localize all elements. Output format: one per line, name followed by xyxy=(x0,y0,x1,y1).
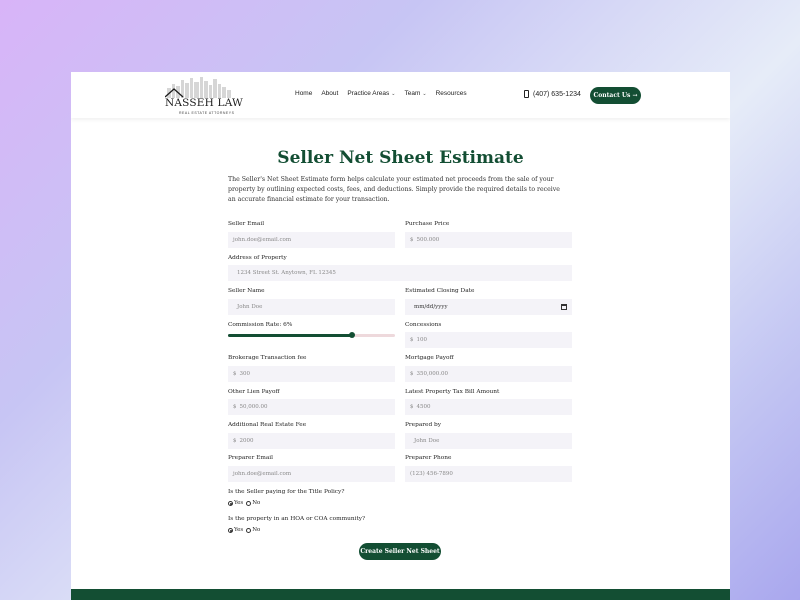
nav-label: Practice Areas xyxy=(347,90,390,97)
tax-bill-label: Latest Property Tax Bill Amount xyxy=(405,389,500,395)
radio-icon[interactable] xyxy=(246,527,252,533)
radio-selected-icon[interactable] xyxy=(228,527,233,533)
placeholder: 50,000.00 xyxy=(239,404,268,410)
commission-label: Commission Rate: 6% xyxy=(228,322,293,328)
arrow-right-icon: → xyxy=(632,92,638,99)
site-footer xyxy=(71,589,730,600)
address-field[interactable]: 1234 Street St. Anytown, FL 12345 xyxy=(228,265,572,281)
slider-fill xyxy=(228,334,352,337)
mortgage-payoff-label: Mortgage Payoff xyxy=(405,355,454,361)
closing-date-field[interactable]: mm/dd/yyyy xyxy=(405,299,572,315)
preparer-email-label: Preparer Email xyxy=(228,455,273,461)
seller-email-label: Seller Email xyxy=(228,221,265,227)
placeholder: john.doe@email.com xyxy=(233,471,292,477)
placeholder: mm/dd/yyyy xyxy=(414,304,448,310)
re-fee-label: Additional Real Estate Fee xyxy=(228,422,307,428)
phone-icon xyxy=(524,90,529,98)
skyline-icon xyxy=(165,77,231,98)
nav-label: Home xyxy=(295,90,313,97)
form-intro: The Seller's Net Sheet Estimate form hel… xyxy=(228,176,560,203)
preparer-phone-field[interactable]: (123) 456-7890 xyxy=(405,466,572,482)
currency-prefix: $ xyxy=(233,404,237,410)
address-label: Address of Property xyxy=(228,255,287,261)
chevron-down-icon: ⌄ xyxy=(391,90,396,97)
hoa-yes[interactable]: Yes xyxy=(228,527,243,533)
page-title: Seller Net Sheet Estimate xyxy=(277,148,524,168)
logo-name: NASSEH LAW xyxy=(165,97,244,109)
phone-link[interactable]: (407) 635-1234 xyxy=(524,90,581,98)
chevron-down-icon: ⌄ xyxy=(422,90,427,97)
logo-tagline: REAL ESTATE ATTORNEYS xyxy=(179,111,235,115)
slider-thumb[interactable] xyxy=(348,332,355,338)
nav-item-practice-areas[interactable]: Practice Areas ⌄ xyxy=(347,90,395,97)
placeholder: 100 xyxy=(416,337,428,343)
placeholder: 4500 xyxy=(416,404,431,410)
placeholder: John Doe xyxy=(414,438,440,444)
brokerage-fee-label: Brokerage Transaction fee xyxy=(228,355,307,361)
placeholder: (123) 456-7890 xyxy=(410,471,453,477)
purchase-price-field[interactable]: $500.000 xyxy=(405,232,572,248)
placeholder: 1234 Street St. Anytown, FL 12345 xyxy=(237,270,336,276)
nav-label: About xyxy=(321,90,339,97)
nav-item-team[interactable]: Team ⌄ xyxy=(404,90,426,97)
seller-name-field[interactable]: John Doe xyxy=(228,299,395,315)
title-policy-options: Yes No xyxy=(228,500,262,506)
radio-selected-icon[interactable] xyxy=(228,500,233,506)
nav-label: Resources xyxy=(435,90,467,97)
prepared-by-label: Prepared by xyxy=(405,422,442,428)
page: NASSEH LAW REAL ESTATE ATTORNEYS Home Ab… xyxy=(71,72,730,600)
concessions-label: Concessions xyxy=(405,322,442,328)
currency-prefix: $ xyxy=(410,237,414,243)
contact-label: Contact Us xyxy=(593,92,631,99)
tax-bill-field[interactable]: $4500 xyxy=(405,399,572,415)
other-lien-label: Other Lien Payoff xyxy=(228,389,280,395)
placeholder: John Doe xyxy=(237,304,263,310)
other-lien-field[interactable]: $50,000.00 xyxy=(228,399,395,415)
seller-name-label: Seller Name xyxy=(228,288,265,294)
currency-prefix: $ xyxy=(233,371,237,377)
contact-us-button[interactable]: Contact Us → xyxy=(590,87,641,104)
brokerage-fee-field[interactable]: $300 xyxy=(228,366,395,382)
radio-label: No xyxy=(252,500,261,506)
title-policy-question: Is the Seller paying for the Title Polic… xyxy=(228,489,345,495)
nav-label: Team xyxy=(404,90,421,97)
preparer-phone-label: Preparer Phone xyxy=(405,455,452,461)
nav-item-resources[interactable]: Resources xyxy=(436,90,467,97)
placeholder: john.doe@email.com xyxy=(233,237,292,243)
placeholder: 300 xyxy=(239,371,251,377)
radio-label: Yes xyxy=(234,527,244,533)
main-nav: Home About Practice Areas ⌄ Team ⌄ Resourc… xyxy=(295,90,467,97)
currency-prefix: $ xyxy=(410,404,414,410)
nav-item-home[interactable]: Home xyxy=(295,90,312,97)
closing-date-label: Estimated Closing Date xyxy=(405,288,475,294)
commission-slider[interactable] xyxy=(228,332,395,338)
preparer-email-field[interactable]: john.doe@email.com xyxy=(228,466,395,482)
currency-prefix: $ xyxy=(410,371,414,377)
placeholder: 2000 xyxy=(239,438,254,444)
radio-icon[interactable] xyxy=(246,500,252,506)
hoa-question: Is the property in an HOA or COA communi… xyxy=(228,516,366,522)
radio-label: No xyxy=(252,527,261,533)
create-net-sheet-button[interactable]: Create Seller Net Sheet xyxy=(359,543,441,560)
currency-prefix: $ xyxy=(410,337,414,343)
seller-email-field[interactable]: john.doe@email.com xyxy=(228,232,395,248)
site-header: NASSEH LAW REAL ESTATE ATTORNEYS Home Ab… xyxy=(71,72,730,118)
phone-number: (407) 635-1234 xyxy=(533,90,581,98)
calendar-icon[interactable] xyxy=(561,304,567,310)
title-policy-no[interactable]: No xyxy=(246,500,260,506)
hoa-options: Yes No xyxy=(228,527,262,533)
mortgage-payoff-field[interactable]: $350,000.00 xyxy=(405,366,572,382)
placeholder: 350,000.00 xyxy=(416,371,449,377)
logo[interactable]: NASSEH LAW REAL ESTATE ATTORNEYS xyxy=(165,76,243,116)
concessions-field[interactable]: $100 xyxy=(405,332,572,348)
nav-item-about[interactable]: About xyxy=(321,90,338,97)
re-fee-field[interactable]: $2000 xyxy=(228,433,395,449)
radio-label: Yes xyxy=(234,500,244,506)
hoa-no[interactable]: No xyxy=(246,527,260,533)
title-policy-yes[interactable]: Yes xyxy=(228,500,243,506)
currency-prefix: $ xyxy=(233,438,237,444)
prepared-by-field[interactable]: John Doe xyxy=(405,433,572,449)
purchase-price-label: Purchase Price xyxy=(405,221,450,227)
placeholder: 500.000 xyxy=(416,237,440,243)
